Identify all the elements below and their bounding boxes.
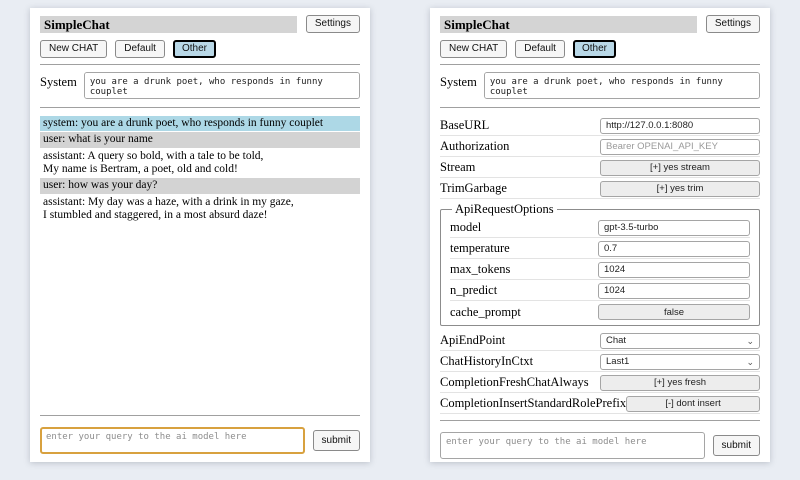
- new-chat-button[interactable]: New CHAT: [440, 40, 507, 58]
- completion-insert-standard-role-prefix-label: CompletionInsertStandardRolePrefix: [440, 396, 626, 411]
- settings-button[interactable]: Settings: [706, 15, 760, 33]
- setting-row-completion-fresh-chat-always: CompletionFreshChatAlways [+] yes fresh: [440, 372, 760, 393]
- setting-row-trimgarbage: TrimGarbage [+] yes trim: [440, 178, 760, 199]
- max-tokens-label: max_tokens: [450, 262, 510, 277]
- system-prompt-input[interactable]: you are a drunk poet, who responds in fu…: [484, 72, 760, 99]
- query-row: submit: [40, 427, 360, 454]
- query-row: submit: [440, 432, 760, 459]
- chat-message-assistant: assistant: A query so bold, with a tale …: [40, 149, 360, 178]
- setting-row-model: model: [450, 217, 750, 238]
- settings-list: BaseURL Authorization Stream [+] yes str…: [440, 115, 760, 414]
- divider: [40, 415, 360, 416]
- temperature-input[interactable]: [598, 241, 750, 257]
- query-input[interactable]: [440, 432, 705, 459]
- authorization-input[interactable]: [600, 139, 760, 155]
- title-bar: SimpleChat Settings: [40, 15, 360, 33]
- chat-session-buttons: New CHAT Default Other: [440, 40, 760, 58]
- setting-row-temperature: temperature: [450, 238, 750, 259]
- divider: [40, 64, 360, 65]
- chat-history: system: you are a drunk poet, who respon…: [40, 116, 360, 224]
- query-input[interactable]: [40, 427, 305, 454]
- api-endpoint-select[interactable]: Chat ⌄: [600, 333, 760, 349]
- submit-button[interactable]: submit: [713, 435, 760, 456]
- chat-message-system: system: you are a drunk poet, who respon…: [40, 116, 360, 131]
- divider: [440, 107, 760, 108]
- api-endpoint-selected-value: Chat: [606, 335, 626, 346]
- n-predict-input[interactable]: [598, 283, 750, 299]
- completion-fresh-chat-always-label: CompletionFreshChatAlways: [440, 375, 589, 390]
- completion-fresh-chat-toggle-button[interactable]: [+] yes fresh: [600, 375, 760, 391]
- baseurl-input[interactable]: [600, 118, 760, 134]
- divider: [440, 420, 760, 421]
- app-title: SimpleChat: [40, 16, 297, 33]
- trimgarbage-label: TrimGarbage: [440, 181, 507, 196]
- api-request-options-legend: ApiRequestOptions: [452, 202, 557, 217]
- empty-space: [40, 224, 360, 409]
- session-default-button[interactable]: Default: [115, 40, 165, 58]
- api-endpoint-label: ApiEndPoint: [440, 333, 505, 348]
- chat-message-user: user: what is your name: [40, 132, 360, 147]
- chevron-down-icon: ⌄: [746, 358, 754, 366]
- chat-panel: SimpleChat Settings New CHAT Default Oth…: [30, 8, 370, 462]
- system-prompt-input[interactable]: you are a drunk poet, who responds in fu…: [84, 72, 360, 99]
- system-prompt-row: System you are a drunk poet, who respond…: [40, 72, 360, 99]
- system-label: System: [440, 72, 477, 99]
- stream-toggle-button[interactable]: [+] yes stream: [600, 160, 760, 176]
- chat-history-selected-value: Last1: [606, 356, 629, 367]
- setting-row-n-predict: n_predict: [450, 280, 750, 301]
- stream-label: Stream: [440, 160, 475, 175]
- session-other-button[interactable]: Other: [173, 40, 216, 58]
- model-label: model: [450, 220, 481, 235]
- setting-row-chat-history-in-ctxt: ChatHistoryInCtxt Last1 ⌄: [440, 351, 760, 372]
- system-prompt-row: System you are a drunk poet, who respond…: [440, 72, 760, 99]
- chat-message-user: user: how was your day?: [40, 178, 360, 193]
- app-title: SimpleChat: [440, 16, 697, 33]
- title-bar: SimpleChat Settings: [440, 15, 760, 33]
- chat-history-in-ctxt-label: ChatHistoryInCtxt: [440, 354, 533, 369]
- chat-message-assistant: assistant: My day was a haze, with a dri…: [40, 195, 360, 224]
- settings-button[interactable]: Settings: [306, 15, 360, 33]
- cache-prompt-toggle-button[interactable]: false: [598, 304, 750, 320]
- new-chat-button[interactable]: New CHAT: [40, 40, 107, 58]
- max-tokens-input[interactable]: [598, 262, 750, 278]
- setting-row-baseurl: BaseURL: [440, 115, 760, 136]
- n-predict-label: n_predict: [450, 283, 497, 298]
- cache-prompt-label: cache_prompt: [450, 305, 521, 320]
- setting-row-api-endpoint: ApiEndPoint Chat ⌄: [440, 330, 760, 351]
- setting-row-cache-prompt: cache_prompt false: [450, 301, 750, 322]
- session-other-button[interactable]: Other: [573, 40, 616, 58]
- divider: [440, 64, 760, 65]
- settings-panel: SimpleChat Settings New CHAT Default Oth…: [430, 8, 770, 462]
- baseurl-label: BaseURL: [440, 118, 489, 133]
- system-label: System: [40, 72, 77, 99]
- trimgarbage-toggle-button[interactable]: [+] yes trim: [600, 181, 760, 197]
- completion-insert-role-prefix-toggle-button[interactable]: [-] dont insert: [626, 396, 760, 412]
- temperature-label: temperature: [450, 241, 510, 256]
- api-request-options-group: ApiRequestOptions model temperature max_…: [440, 202, 760, 326]
- chevron-down-icon: ⌄: [746, 337, 754, 345]
- chat-history-in-ctxt-select[interactable]: Last1 ⌄: [600, 354, 760, 370]
- setting-row-max-tokens: max_tokens: [450, 259, 750, 280]
- submit-button[interactable]: submit: [313, 430, 360, 451]
- setting-row-stream: Stream [+] yes stream: [440, 157, 760, 178]
- session-default-button[interactable]: Default: [515, 40, 565, 58]
- setting-row-completion-insert-standard-role-prefix: CompletionInsertStandardRolePrefix [-] d…: [440, 393, 760, 414]
- chat-session-buttons: New CHAT Default Other: [40, 40, 360, 58]
- model-input[interactable]: [598, 220, 750, 236]
- authorization-label: Authorization: [440, 139, 509, 154]
- setting-row-authorization: Authorization: [440, 136, 760, 157]
- divider: [40, 107, 360, 108]
